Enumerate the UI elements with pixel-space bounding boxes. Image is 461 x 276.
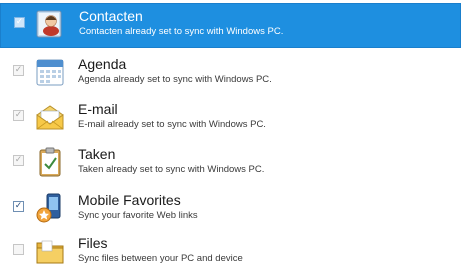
list-item-files[interactable]: Files Sync files between your PC and dev… — [0, 231, 461, 276]
mobile-favorites-icon — [34, 192, 66, 224]
item-subtitle: Agenda already set to sync with Windows … — [78, 74, 272, 85]
checkbox-taken[interactable]: ✓ — [13, 155, 24, 166]
checkmark-icon: ✓ — [14, 65, 23, 75]
checkbox-contacten[interactable]: ✓ — [14, 17, 25, 28]
item-subtitle: Sync your favorite Web links — [78, 210, 198, 221]
item-title: Agenda — [78, 56, 127, 72]
item-title: E-mail — [78, 101, 118, 117]
item-subtitle: Taken already set to sync with Windows P… — [78, 164, 265, 175]
checkmark-icon: ✓ — [15, 17, 24, 27]
list-item-email[interactable]: ✓ E-mail E-mail already set to sync with… — [0, 97, 461, 142]
checkmark-icon: ✓ — [14, 110, 23, 120]
item-subtitle: Sync files between your PC and device — [78, 253, 243, 264]
item-title: Taken — [78, 146, 116, 162]
contacts-icon — [35, 8, 67, 40]
list-item-mobile-favorites[interactable]: ✓ Mobile Favorites Sync your favorite We… — [0, 188, 461, 233]
item-subtitle: E-mail already set to sync with Windows … — [78, 119, 266, 130]
item-title: Files — [78, 235, 108, 251]
folder-icon — [34, 235, 66, 267]
item-title: Contacten — [79, 8, 143, 24]
email-icon — [34, 101, 66, 133]
list-item-taken[interactable]: ✓ Taken Taken already set to sync with W… — [0, 142, 461, 187]
sync-items-list: ✓ Contacten Contacten already set to syn… — [0, 0, 461, 271]
checkbox-email[interactable]: ✓ — [13, 110, 24, 121]
checkmark-icon: ✓ — [14, 155, 23, 165]
list-item-contacten[interactable]: ✓ Contacten Contacten already set to syn… — [0, 3, 461, 48]
checkmark-icon: ✓ — [14, 201, 23, 211]
checkbox-mobile-favorites[interactable]: ✓ — [13, 201, 24, 212]
checkbox-files[interactable] — [13, 244, 24, 255]
tasks-icon — [34, 146, 66, 178]
list-item-agenda[interactable]: ✓ Agenda Agenda already set to sync with… — [0, 52, 461, 97]
item-subtitle: Contacten already set to sync with Windo… — [79, 26, 284, 37]
item-title: Mobile Favorites — [78, 192, 181, 208]
calendar-icon — [34, 56, 66, 88]
checkbox-agenda[interactable]: ✓ — [13, 65, 24, 76]
